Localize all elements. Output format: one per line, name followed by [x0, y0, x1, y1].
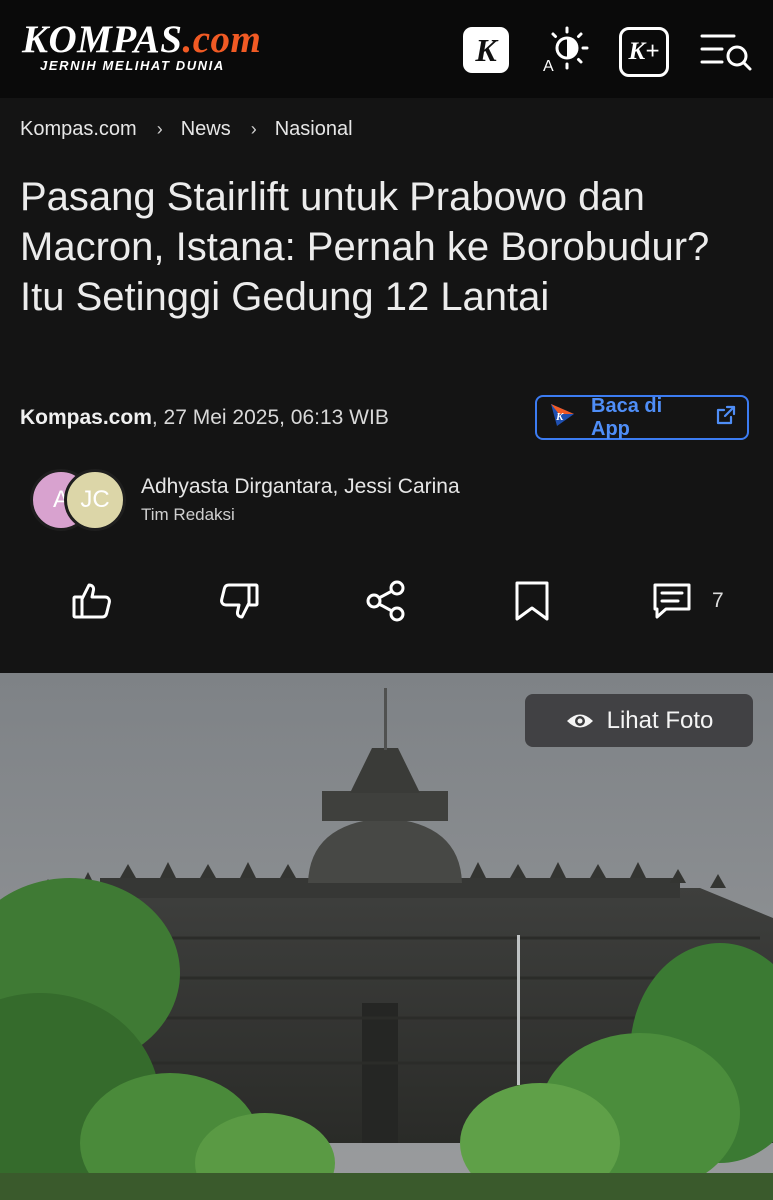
- kompas-k-app-icon[interactable]: K: [463, 27, 509, 73]
- article-photo-borobudur[interactable]: [0, 673, 773, 1200]
- author-team: Tim Redaksi: [141, 505, 235, 524]
- bookmark-button[interactable]: [508, 577, 556, 625]
- avatar: JC: [64, 469, 126, 531]
- read-in-app-button[interactable]: K Baca di App: [535, 395, 749, 440]
- breadcrumb-nasional[interactable]: Nasional: [275, 118, 353, 141]
- thumbs-up-icon: [72, 583, 111, 619]
- article-meta: Kompas.com, 27 Mei 2025, 06:13 WIB: [20, 406, 389, 430]
- comment-button[interactable]: [648, 577, 696, 625]
- share-button[interactable]: [362, 577, 410, 625]
- menu-search-icon[interactable]: [700, 25, 752, 75]
- external-link-icon: [715, 404, 737, 432]
- comment-count: 7: [712, 589, 724, 612]
- article-date: , 27 Mei 2025, 06:13 WIB: [151, 406, 389, 429]
- bookmark-icon: [515, 581, 549, 621]
- article-source: Kompas.com: [20, 406, 152, 429]
- top-bar: KOMPAS.com JERNIH MELIHAT DUNIA K A K+: [0, 0, 773, 98]
- chevron-right-icon: ›: [156, 119, 163, 139]
- svg-text:K: K: [555, 411, 564, 423]
- logo-wordmark: KOMPAS.com: [22, 18, 262, 61]
- chevron-right-icon: ›: [250, 119, 257, 139]
- author-avatars[interactable]: A JC: [30, 469, 126, 531]
- eye-icon: [566, 714, 593, 727]
- kompas-app-icon: K: [547, 400, 577, 436]
- breadcrumb: Kompas.com › News › Nasional: [20, 118, 353, 141]
- view-photo-button[interactable]: Lihat Foto: [525, 694, 753, 747]
- svg-text:A: A: [543, 58, 554, 75]
- dislike-button[interactable]: [215, 577, 263, 625]
- breadcrumb-news[interactable]: News: [181, 118, 231, 141]
- comment-icon: [653, 583, 691, 619]
- share-icon: [366, 580, 405, 622]
- like-button[interactable]: [68, 577, 116, 625]
- article-title: Pasang Stairlift untuk Prabowo dan Macro…: [20, 175, 710, 319]
- author-names[interactable]: Adhyasta Dirgantara, Jessi Carina: [141, 475, 460, 499]
- breadcrumb-home[interactable]: Kompas.com: [20, 118, 137, 141]
- kompas-plus-icon[interactable]: K+: [619, 27, 669, 77]
- display-mode-icon[interactable]: A: [540, 25, 590, 75]
- thumbs-down-icon: [220, 583, 259, 619]
- kompas-logo[interactable]: KOMPAS.com JERNIH MELIHAT DUNIA: [22, 18, 262, 74]
- view-photo-label: Lihat Foto: [606, 706, 714, 734]
- read-in-app-label: Baca di App: [591, 394, 663, 440]
